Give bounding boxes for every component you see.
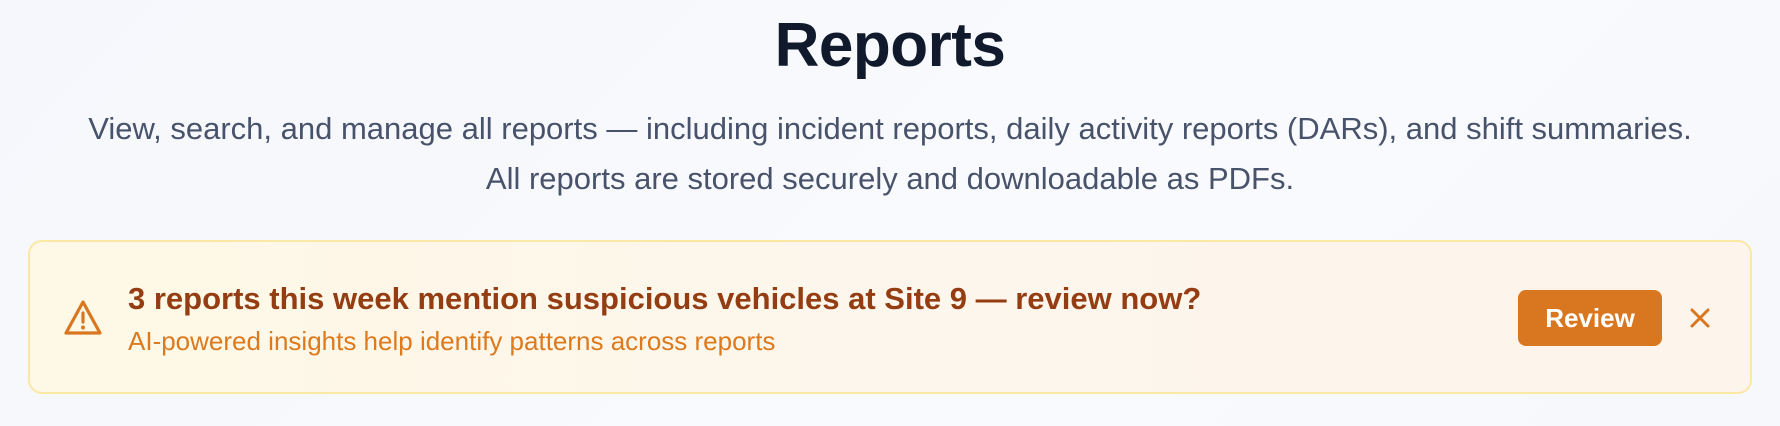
close-icon bbox=[1682, 300, 1718, 336]
page-description-line-2: All reports are stored securely and down… bbox=[485, 161, 1295, 196]
insight-alert-banner: 3 reports this week mention suspicious v… bbox=[28, 240, 1752, 394]
warning-triangle-icon bbox=[62, 298, 104, 338]
alert-title: 3 reports this week mention suspicious v… bbox=[128, 281, 1202, 316]
page-title: Reports bbox=[774, 11, 1006, 80]
page-description-line-1: View, search, and manage all reports — i… bbox=[88, 111, 1692, 146]
reports-page: Reports View, search, and manage all rep… bbox=[0, 0, 1780, 426]
alert-subtitle: AI-powered insights help identify patter… bbox=[128, 326, 776, 356]
alert-text: 3 reports this week mention suspicious v… bbox=[128, 280, 1201, 358]
dismiss-alert-button[interactable] bbox=[1682, 300, 1718, 336]
page-description: View, search, and manage all reports — i… bbox=[40, 104, 1740, 204]
review-button[interactable]: Review bbox=[1518, 290, 1662, 346]
page-header: Reports View, search, and manage all rep… bbox=[0, 0, 1780, 204]
